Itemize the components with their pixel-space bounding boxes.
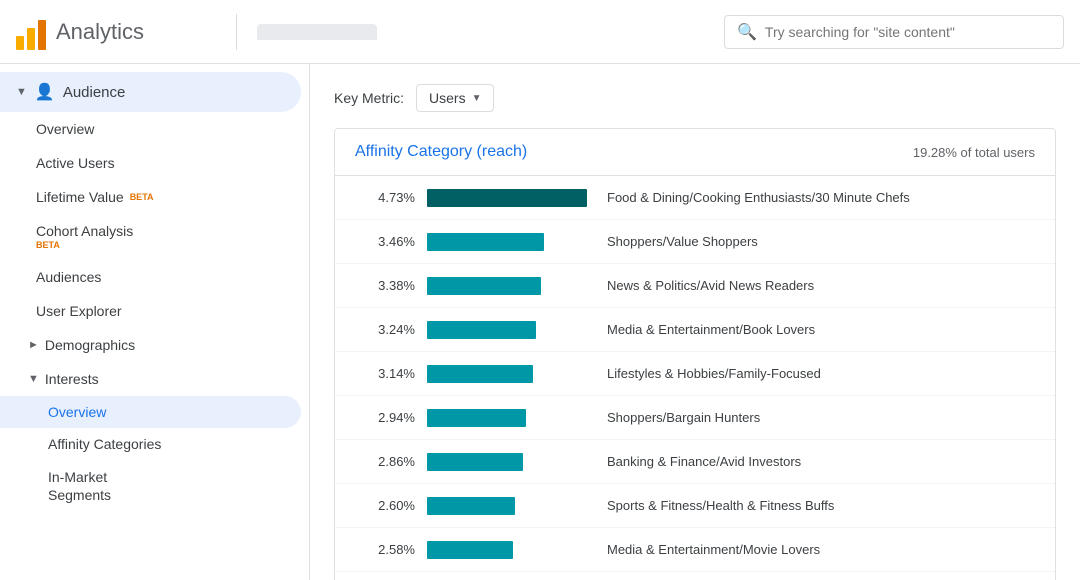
sidebar-item-demographics[interactable]: ► Demographics	[0, 328, 301, 362]
bar-fill	[427, 233, 544, 251]
sidebar: ▼ 👤 Audience Overview Active Users Lifet…	[0, 64, 310, 580]
cohort-analysis-beta-badge: BETA	[36, 240, 285, 251]
sidebar-item-active-users[interactable]: Active Users	[0, 146, 301, 180]
table-row: 3.46% Shoppers/Value Shoppers	[335, 220, 1055, 264]
search-input[interactable]	[765, 24, 1051, 40]
metric-dropdown[interactable]: Users ▼	[416, 84, 494, 112]
table-row: 3.38% News & Politics/Avid News Readers	[335, 264, 1055, 308]
table-row: 2.86% Banking & Finance/Avid Investors	[335, 440, 1055, 484]
logo-bar-3	[38, 20, 46, 50]
category-label: Media & Entertainment/Movie Lovers	[607, 542, 1035, 557]
search-icon: 🔍	[737, 22, 757, 42]
bar-fill	[427, 541, 513, 559]
chevron-down-icon: ▼	[16, 86, 27, 98]
category-label: Shoppers/Value Shoppers	[607, 234, 1035, 249]
data-rows-container: 4.73% Food & Dining/Cooking Enthusiasts/3…	[335, 176, 1055, 580]
sidebar-item-affinity-categories[interactable]: Affinity Categories	[0, 428, 301, 460]
person-icon: 👤	[35, 82, 55, 102]
bar-container	[427, 541, 587, 559]
interests-label: Interests	[45, 371, 99, 387]
logo-area: Analytics	[16, 14, 216, 50]
table-row: 2.94% Shoppers/Bargain Hunters	[335, 396, 1055, 440]
sidebar-item-cohort-analysis[interactable]: Cohort Analysis BETA	[0, 214, 301, 260]
table-header: Affinity Category (reach) 19.28% of tota…	[335, 129, 1055, 176]
table-row: 3.14% Lifestyles & Hobbies/Family-Focused	[335, 352, 1055, 396]
bar-container	[427, 233, 587, 251]
sidebar-item-overview[interactable]: Overview	[0, 112, 301, 146]
sidebar-audience-section[interactable]: ▼ 👤 Audience	[0, 72, 301, 112]
app-title: Analytics	[56, 19, 144, 45]
key-metric-row: Key Metric: Users ▼	[334, 84, 1056, 112]
chevron-down-icon-interests: ▼	[28, 373, 39, 385]
table-row: 2.58% Media & Entertainment/Movie Lovers	[335, 528, 1055, 572]
percent-value: 2.94%	[355, 410, 415, 425]
table-row: 4.73% Food & Dining/Cooking Enthusiasts/3…	[335, 176, 1055, 220]
category-label: Media & Entertainment/Book Lovers	[607, 322, 1035, 337]
sidebar-item-lifetime-value[interactable]: Lifetime Value BETA	[0, 180, 301, 214]
demographics-label: Demographics	[45, 337, 135, 353]
percent-value: 2.86%	[355, 454, 415, 469]
category-label: Food & Dining/Cooking Enthusiasts/30 Min…	[607, 190, 1035, 205]
bar-fill	[427, 409, 526, 427]
bar-fill	[427, 321, 536, 339]
category-label: Lifestyles & Hobbies/Family-Focused	[607, 366, 1035, 381]
table-title: Affinity Category (reach)	[355, 143, 913, 161]
sidebar-item-interests-overview[interactable]: Overview	[0, 396, 301, 428]
percent-value: 4.73%	[355, 190, 415, 205]
bar-container	[427, 497, 587, 515]
percent-value: 2.60%	[355, 498, 415, 513]
logo-icon	[16, 14, 46, 50]
lifetime-value-beta-badge: BETA	[130, 192, 154, 202]
bar-container	[427, 453, 587, 471]
lifetime-value-label: Lifetime Value	[36, 189, 124, 205]
main-layout: ▼ 👤 Audience Overview Active Users Lifet…	[0, 64, 1080, 580]
percent-value: 2.58%	[355, 542, 415, 557]
chevron-right-icon: ►	[28, 339, 39, 351]
key-metric-label: Key Metric:	[334, 90, 404, 106]
sidebar-item-interests[interactable]: ▼ Interests	[0, 362, 301, 396]
sidebar-item-audiences[interactable]: Audiences	[0, 260, 301, 294]
bar-fill	[427, 365, 533, 383]
logo-bar-2	[27, 28, 35, 50]
bar-container	[427, 189, 587, 207]
category-label: Sports & Fitness/Health & Fitness Buffs	[607, 498, 1035, 513]
category-label: Shoppers/Bargain Hunters	[607, 410, 1035, 425]
cohort-analysis-label: Cohort Analysis	[36, 223, 133, 239]
bar-container	[427, 277, 587, 295]
bar-fill	[427, 277, 541, 295]
metric-value: Users	[429, 90, 466, 106]
header-tabs	[257, 24, 712, 40]
app-header: Analytics 🔍	[0, 0, 1080, 64]
bar-fill	[427, 189, 587, 207]
category-label: Banking & Finance/Avid Investors	[607, 454, 1035, 469]
bar-fill	[427, 497, 515, 515]
header-divider	[236, 14, 237, 50]
dropdown-arrow-icon: ▼	[472, 93, 482, 104]
search-bar[interactable]: 🔍	[724, 15, 1064, 49]
table-row: 2.60% Sports & Fitness/Health & Fitness B…	[335, 484, 1055, 528]
percent-value: 3.46%	[355, 234, 415, 249]
table-row: 3.24% Media & Entertainment/Book Lovers	[335, 308, 1055, 352]
percent-value: 3.38%	[355, 278, 415, 293]
content-area: Key Metric: Users ▼ Affinity Category (r…	[310, 64, 1080, 580]
logo-bar-1	[16, 36, 24, 50]
sidebar-item-user-explorer[interactable]: User Explorer	[0, 294, 301, 328]
header-tab-1[interactable]	[257, 24, 377, 40]
affinity-table: Affinity Category (reach) 19.28% of tota…	[334, 128, 1056, 580]
bar-container	[427, 321, 587, 339]
category-label: News & Politics/Avid News Readers	[607, 278, 1035, 293]
bar-fill	[427, 453, 523, 471]
bar-container	[427, 365, 587, 383]
percent-value: 3.24%	[355, 322, 415, 337]
sidebar-section-label: Audience	[63, 84, 126, 101]
table-row: 2.52%Travel/Travel Buffs	[335, 572, 1055, 580]
total-users-text: 19.28% of total users	[913, 145, 1035, 160]
percent-value: 3.14%	[355, 366, 415, 381]
bar-container	[427, 409, 587, 427]
sidebar-item-in-market-segments[interactable]: In-MarketSegments	[0, 460, 301, 512]
